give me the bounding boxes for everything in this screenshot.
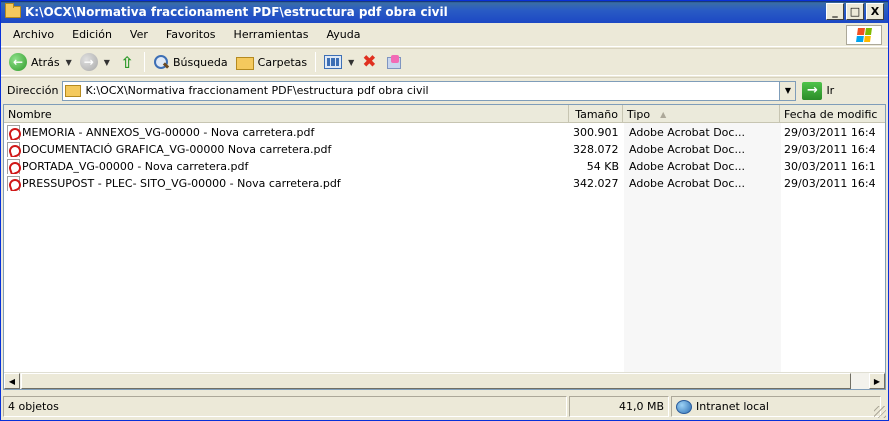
- scroll-thumb[interactable]: [21, 373, 851, 389]
- column-header-type-label: Tipo: [627, 107, 651, 121]
- status-zone-label: Intranet local: [696, 400, 769, 413]
- folders-button[interactable]: Carpetas: [232, 50, 311, 74]
- file-row[interactable]: PORTADA_VG-00000 - Nova carretera.pdf 54…: [4, 158, 885, 175]
- folder-icon: [5, 3, 21, 18]
- delete-button[interactable]: ✖: [358, 50, 380, 74]
- file-name-cell: PRESSUPOST - PLEC- SITO_VG-00000 - Nova …: [4, 176, 569, 191]
- file-date: 29/03/2011 16:4: [784, 143, 876, 156]
- folders-icon: [235, 56, 254, 70]
- scroll-right-button[interactable]: ▶: [869, 373, 885, 389]
- column-header-name[interactable]: Nombre: [4, 105, 569, 123]
- windows-logo: [846, 25, 882, 45]
- undo-button[interactable]: [381, 50, 405, 74]
- views-icon: [324, 55, 343, 69]
- sort-ascending-icon: ▲: [660, 109, 667, 119]
- menu-ver[interactable]: Ver: [121, 28, 157, 41]
- address-dropdown-icon[interactable]: ▼: [779, 81, 796, 100]
- pdf-file-icon: [7, 125, 20, 140]
- address-bar: Dirección K:\OCX\Normativa fraccionament…: [1, 77, 888, 103]
- status-total-size: 41,0 MB: [569, 396, 669, 417]
- file-type: Adobe Acrobat Doc...: [629, 126, 745, 139]
- file-size: 54 KB: [586, 160, 619, 173]
- views-button[interactable]: ▼: [320, 50, 358, 74]
- up-arrow-icon: ⇧: [120, 52, 134, 72]
- forward-button[interactable]: → ▼: [76, 50, 114, 74]
- status-object-count: 4 objetos: [3, 396, 567, 417]
- address-label: Dirección: [7, 84, 59, 97]
- file-rows: MEMORIA - ANNEXOS_VG-00000 - Nova carret…: [4, 124, 885, 192]
- file-type: Adobe Acrobat Doc...: [629, 143, 745, 156]
- file-name: PORTADA_VG-00000 - Nova carretera.pdf: [22, 160, 249, 173]
- undo-icon: [385, 55, 401, 69]
- file-type: Adobe Acrobat Doc...: [629, 160, 745, 173]
- menu-favoritos[interactable]: Favoritos: [157, 28, 225, 41]
- status-zone: Intranet local: [671, 396, 881, 417]
- file-date: 29/03/2011 16:4: [784, 126, 876, 139]
- file-name: DOCUMENTACIÓ GRAFICA_VG-00000 Nova carre…: [22, 143, 332, 156]
- forward-dropdown-icon[interactable]: ▼: [102, 58, 110, 67]
- views-dropdown-icon[interactable]: ▼: [346, 58, 354, 67]
- column-header-row: Nombre Tamaño Tipo ▲ Fecha de modific: [4, 105, 885, 123]
- pdf-file-icon: [7, 159, 20, 174]
- file-row[interactable]: MEMORIA - ANNEXOS_VG-00000 - Nova carret…: [4, 124, 885, 141]
- forward-arrow-icon: →: [79, 53, 98, 71]
- file-name-cell: MEMORIA - ANNEXOS_VG-00000 - Nova carret…: [4, 125, 569, 140]
- window-controls: _ □ X: [826, 3, 884, 20]
- file-name-cell: DOCUMENTACIÓ GRAFICA_VG-00000 Nova carre…: [4, 142, 569, 157]
- column-header-date[interactable]: Fecha de modific: [780, 105, 885, 123]
- title-bar[interactable]: K:\OCX\Normativa fraccionament PDF\estru…: [1, 1, 888, 23]
- status-bar: 4 objetos 41,0 MB Intranet local: [1, 393, 888, 420]
- scroll-left-button[interactable]: ◀: [4, 373, 20, 389]
- menu-archivo[interactable]: Archivo: [1, 28, 63, 41]
- file-size: 328.072 KB: [573, 143, 623, 156]
- file-row[interactable]: DOCUMENTACIÓ GRAFICA_VG-00000 Nova carre…: [4, 141, 885, 158]
- search-icon: [153, 54, 169, 70]
- up-folder-button[interactable]: ⇧: [114, 50, 140, 74]
- close-button[interactable]: X: [866, 3, 884, 20]
- explorer-window: K:\OCX\Normativa fraccionament PDF\estru…: [0, 0, 889, 421]
- horizontal-scrollbar[interactable]: ◀ ▶: [4, 372, 885, 389]
- file-size: 342.027 KB: [573, 177, 623, 190]
- file-row[interactable]: PRESSUPOST - PLEC- SITO_VG-00000 - Nova …: [4, 175, 885, 192]
- file-name: PRESSUPOST - PLEC- SITO_VG-00000 - Nova …: [22, 177, 341, 190]
- pdf-file-icon: [7, 142, 20, 157]
- back-arrow-icon: ←: [9, 53, 27, 71]
- file-date: 30/03/2011 16:1: [784, 160, 876, 173]
- toolbar-separator: [143, 52, 145, 72]
- file-date: 29/03/2011 16:4: [784, 177, 876, 190]
- search-button[interactable]: Búsqueda: [149, 50, 232, 74]
- folder-icon: [65, 84, 82, 97]
- intranet-icon: [676, 399, 692, 414]
- resize-grip[interactable]: [874, 406, 886, 418]
- window-title: K:\OCX\Normativa fraccionament PDF\estru…: [25, 5, 448, 19]
- address-input[interactable]: K:\OCX\Normativa fraccionament PDF\estru…: [62, 80, 797, 101]
- file-name: MEMORIA - ANNEXOS_VG-00000 - Nova carret…: [22, 126, 315, 139]
- minimize-button[interactable]: _: [826, 3, 844, 20]
- maximize-button[interactable]: □: [846, 3, 864, 20]
- delete-icon: ✖: [362, 51, 377, 72]
- go-arrow-icon: →: [802, 81, 823, 100]
- file-list[interactable]: Nombre Tamaño Tipo ▲ Fecha de modific ME…: [3, 104, 886, 390]
- menu-ayuda[interactable]: Ayuda: [317, 28, 369, 41]
- menu-bar: Archivo Edición Ver Favoritos Herramient…: [1, 23, 888, 47]
- back-button[interactable]: ← Atrás ▼: [5, 50, 76, 74]
- folders-label: Carpetas: [257, 55, 308, 69]
- pdf-file-icon: [7, 176, 20, 191]
- address-value: K:\OCX\Normativa fraccionament PDF\estru…: [85, 84, 429, 97]
- column-header-type[interactable]: Tipo ▲: [623, 105, 780, 123]
- menu-herramientas[interactable]: Herramientas: [225, 28, 318, 41]
- column-header-size[interactable]: Tamaño: [569, 105, 623, 123]
- go-label: Ir: [826, 84, 835, 97]
- back-dropdown-icon[interactable]: ▼: [64, 58, 72, 67]
- back-label: Atrás: [31, 55, 60, 69]
- file-name-cell: PORTADA_VG-00000 - Nova carretera.pdf: [4, 159, 569, 174]
- search-label: Búsqueda: [172, 55, 228, 69]
- toolbar: ← Atrás ▼ → ▼ ⇧ Búsqueda Carpetas ▼ ✖: [1, 48, 888, 76]
- windows-flag-icon: [856, 28, 872, 42]
- menu-edicion[interactable]: Edición: [63, 28, 121, 41]
- file-type: Adobe Acrobat Doc...: [629, 177, 745, 190]
- go-button[interactable]: → Ir: [802, 81, 835, 100]
- file-size: 300.901 KB: [573, 126, 623, 139]
- toolbar-separator: [315, 52, 317, 72]
